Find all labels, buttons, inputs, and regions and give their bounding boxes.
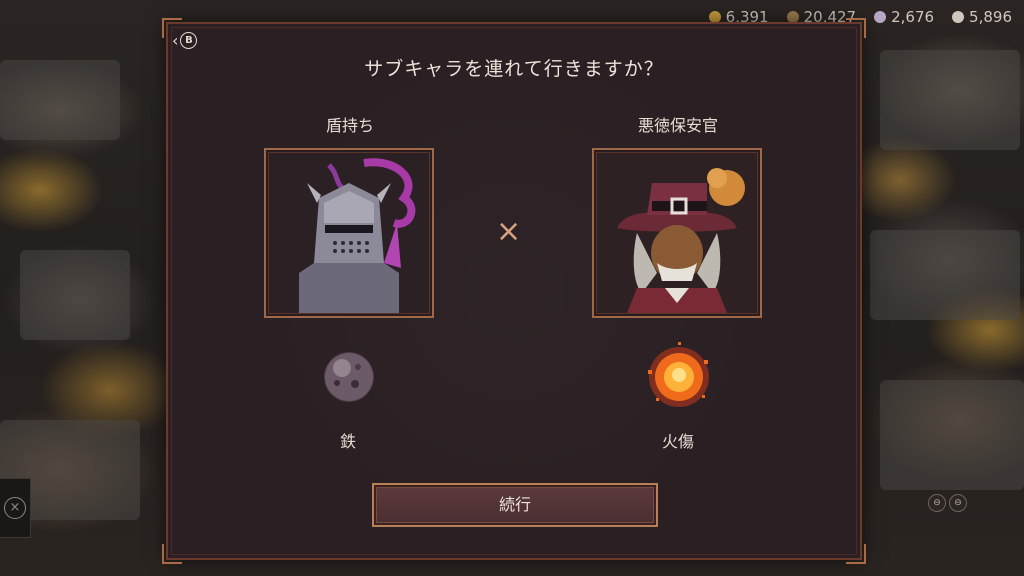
resource-gem: 2,676 [874, 8, 934, 26]
sheriff-icon [597, 153, 757, 313]
fire-orb-icon [642, 340, 716, 418]
frame-corner [162, 544, 182, 564]
scroll-down-button[interactable]: ⊖ [949, 494, 967, 512]
resource-soul: 5,896 [952, 8, 1012, 26]
frame-corner [846, 544, 866, 564]
zoom-out-button[interactable]: ⊖ [928, 494, 946, 512]
back-button[interactable]: ‹ B [172, 30, 198, 50]
right-effect-label: 火傷 [661, 432, 694, 451]
close-icon[interactable]: × [4, 497, 26, 519]
side-panel-left: × [0, 478, 31, 538]
armored-knight-portrait[interactable] [264, 148, 434, 318]
chevron-left-icon: ‹ [172, 30, 179, 50]
left-effect-label: 鉄 [339, 432, 356, 451]
knight-icon [269, 153, 429, 313]
frame-corner [846, 18, 866, 38]
sheriff-portrait[interactable] [592, 148, 762, 318]
continue-button[interactable]: 続行 [372, 483, 658, 527]
side-controls-right: ⊖ ⊖ [928, 494, 967, 512]
gem-icon [874, 11, 887, 23]
soul-icon [952, 11, 965, 23]
resource-gem-value: 2,676 [891, 8, 935, 26]
iron-orb-icon [322, 350, 376, 408]
b-key-icon: B [180, 32, 198, 49]
subcharacter-dialog: ‹ B サブキャラを連れて行きますか？ 盾持ち 悪徳保安官 × 鉄 火傷 続行 [162, 18, 866, 564]
left-character-name: 盾持ち [325, 116, 374, 135]
right-character-name: 悪徳保安官 [637, 116, 718, 135]
resource-soul-value: 5,896 [969, 8, 1012, 26]
combine-separator: × [496, 214, 522, 249]
dialog-title: サブキャラを連れて行きますか？ [364, 58, 664, 80]
